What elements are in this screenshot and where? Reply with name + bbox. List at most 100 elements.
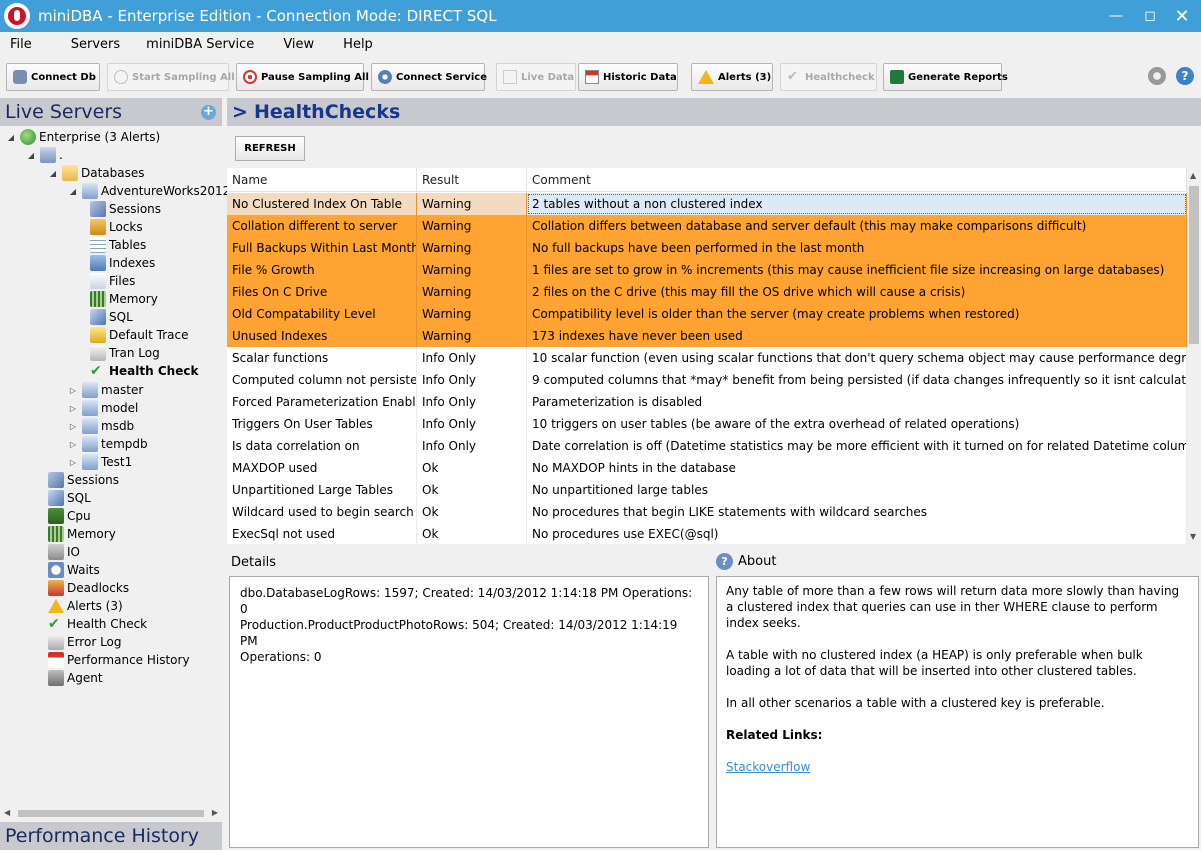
server-globe-icon [20, 129, 36, 145]
menu-view[interactable]: View [265, 37, 325, 52]
menu-servers[interactable]: Servers [43, 37, 131, 52]
column-header-comment[interactable]: Comment [527, 168, 1187, 191]
table-row[interactable]: Old Compatability Level Warning Compatibil… [227, 303, 1187, 325]
table-row[interactable]: No Clustered Index On Table Warning 2 tabl… [227, 193, 1187, 215]
grid-vertical-scrollbar[interactable]: ▲ ▼ [1187, 168, 1201, 544]
tree-horizontal-scrollbar[interactable]: ◀ ▶ [4, 808, 218, 818]
table-row[interactable]: File % Growth Warning 1 files are set to g… [227, 259, 1187, 281]
table-row[interactable]: Triggers On User Tables Info Only 10 trigg… [227, 413, 1187, 435]
cell-result: Info Only [417, 391, 527, 413]
column-header-name[interactable]: Name [227, 168, 417, 191]
tree-node[interactable]: ▷ master [68, 381, 143, 399]
tree-node[interactable]: Alerts (3) [48, 597, 123, 615]
tree-node[interactable]: Waits [48, 561, 100, 579]
tree-node[interactable]: ◢. [26, 146, 63, 164]
tree-node-label: SQL [109, 310, 133, 324]
tree-node[interactable]: Memory [90, 290, 158, 308]
menu-help[interactable]: Help [325, 37, 384, 52]
tree-node[interactable]: Memory [48, 525, 116, 543]
cell-result: Ok [417, 501, 527, 523]
performance-history-header[interactable]: Performance History [0, 822, 222, 850]
historic-data-button[interactable]: Historic Data [578, 63, 678, 91]
scroll-up-icon[interactable]: ▲ [1190, 171, 1196, 180]
database-icon [82, 418, 98, 434]
scroll-thumb[interactable] [1189, 186, 1199, 344]
cell-comment: No procedures use EXEC(@sql) [527, 523, 1187, 544]
menu-minidba-service[interactable]: miniDBA Service [131, 37, 265, 52]
table-row[interactable]: Unpartitioned Large Tables Ok No unpartiti… [227, 479, 1187, 501]
scroll-down-icon[interactable]: ▼ [1190, 532, 1196, 541]
scroll-left-icon[interactable]: ◀ [4, 808, 10, 817]
tree-node[interactable]: Sessions [90, 200, 161, 218]
tree-node[interactable]: Error Log [48, 633, 122, 651]
close-button[interactable]: ✕ [1162, 0, 1201, 32]
menu-file[interactable]: File [0, 37, 43, 52]
table-row[interactable]: ExecSql not used Ok No procedures use EXEC… [227, 523, 1187, 544]
scroll-thumb[interactable] [18, 810, 204, 817]
tree-node[interactable]: ▷ Test1 [68, 453, 132, 471]
stackoverflow-link[interactable]: Stackoverflow [726, 760, 810, 774]
table-row[interactable]: Collation different to server Warning Coll… [227, 215, 1187, 237]
live-data-icon [503, 70, 517, 84]
live-data-button[interactable]: Live Data [496, 63, 576, 91]
tree-node[interactable]: Default Trace [90, 326, 189, 344]
connect-service-button[interactable]: Connect Service [371, 63, 487, 91]
expand-arrow-icon[interactable]: ▷ [68, 422, 78, 431]
expand-arrow-icon[interactable]: ▷ [68, 440, 78, 449]
settings-gear-icon[interactable] [1148, 67, 1166, 85]
expand-arrow-icon[interactable]: ▷ [68, 404, 78, 413]
tree-node[interactable]: Cpu [48, 507, 91, 525]
connect-db-button[interactable]: Connect Db [6, 63, 100, 91]
window-title: miniDBA - Enterprise Edition - Connectio… [38, 7, 497, 25]
tree-node[interactable]: IO [48, 543, 80, 561]
tree-node[interactable]: ◢ Databases [48, 164, 145, 182]
help-icon[interactable]: ? [1176, 67, 1194, 85]
table-row[interactable]: Files On C Drive Warning 2 files on the C … [227, 281, 1187, 303]
tree-node[interactable]: ◢ AdventureWorks2012 [68, 182, 230, 200]
table-row[interactable]: MAXDOP used Ok No MAXDOP hints in the data… [227, 457, 1187, 479]
tree-node[interactable]: Tran Log [90, 344, 160, 362]
collapse-arrow-icon[interactable]: ◢ [68, 187, 78, 196]
tree-node[interactable]: Deadlocks [48, 579, 129, 597]
healthcheck-button[interactable]: ✔ Healthcheck [780, 63, 877, 91]
cell-comment: No full backups have been performed in t… [527, 237, 1187, 259]
tree-node[interactable]: SQL [48, 489, 91, 507]
tree-node[interactable]: Performance History [48, 651, 190, 669]
column-header-result[interactable]: Result [417, 168, 527, 191]
alerts-button[interactable]: Alerts (3) [691, 63, 773, 91]
collapse-arrow-icon[interactable]: ◢ [26, 151, 36, 160]
tree-node[interactable]: SQL [90, 308, 133, 326]
tree-node[interactable]: Files [90, 272, 135, 290]
tree-node[interactable]: Locks [90, 218, 143, 236]
table-row[interactable]: Unused Indexes Warning 173 indexes have ne… [227, 325, 1187, 347]
add-server-icon[interactable]: + [201, 105, 216, 120]
table-row[interactable]: Computed column not persisted Info Only 9 … [227, 369, 1187, 391]
table-row[interactable]: Wildcard used to begin search Ok No proced… [227, 501, 1187, 523]
generate-reports-button[interactable]: Generate Reports [883, 63, 1008, 91]
tree-node[interactable]: ◢ Enterprise (3 Alerts) [6, 128, 160, 146]
table-row[interactable]: Scalar functions Info Only 10 scalar funct… [227, 347, 1187, 369]
expand-arrow-icon[interactable]: ▷ [68, 458, 78, 467]
expand-arrow-icon[interactable]: ▷ [68, 386, 78, 395]
table-row[interactable]: Full Backups Within Last Month Warning No … [227, 237, 1187, 259]
tree-node[interactable]: Indexes [90, 254, 155, 272]
tree-node[interactable]: Sessions [48, 471, 119, 489]
cell-comment: 2 tables without a non clustered index [527, 193, 1187, 215]
start-sampling-all-button[interactable]: Start Sampling All [107, 63, 235, 91]
table-row[interactable]: Is data correlation on Info Only Date corr… [227, 435, 1187, 457]
tree-node[interactable]: Agent [48, 669, 103, 687]
collapse-arrow-icon[interactable]: ◢ [6, 133, 16, 142]
cell-name: File % Growth [227, 259, 417, 281]
tree-node[interactable]: ▷ tempdb [68, 435, 148, 453]
tree-node[interactable]: Tables [90, 236, 146, 254]
tree-node-label: Performance History [67, 653, 190, 667]
table-row[interactable]: Forced Parameterization Enabled Info Only… [227, 391, 1187, 413]
collapse-arrow-icon[interactable]: ◢ [48, 169, 58, 178]
pause-sampling-all-button[interactable]: Pause Sampling All [236, 63, 369, 91]
refresh-button[interactable]: REFRESH [235, 136, 305, 161]
tree-node[interactable]: ▷ msdb [68, 417, 134, 435]
tree-node[interactable]: ✔ Health Check [48, 615, 147, 633]
tree-node[interactable]: ▷ model [68, 399, 138, 417]
scroll-right-icon[interactable]: ▶ [212, 808, 218, 817]
tree-node[interactable]: ✔ Health Check [90, 362, 198, 380]
